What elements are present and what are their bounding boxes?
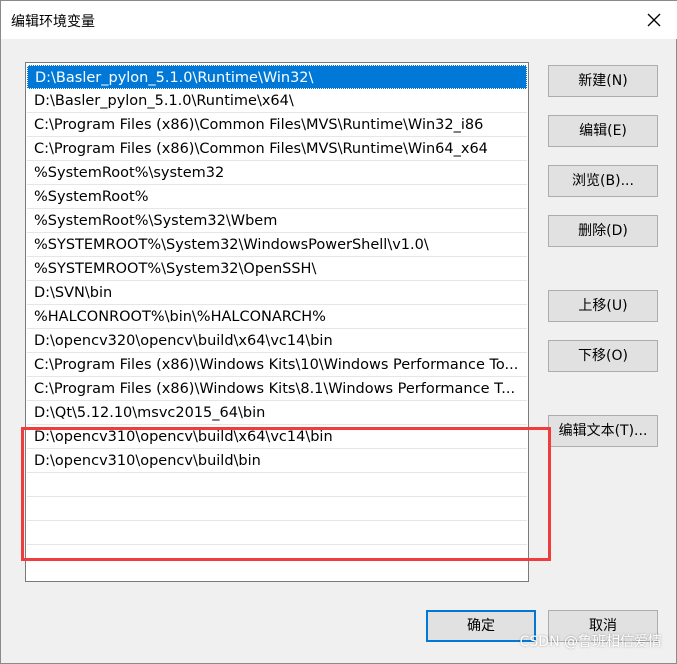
delete-button[interactable]: 删除(D) [548, 215, 658, 247]
window-title: 编辑环境变量 [11, 14, 95, 30]
highlight-annotation-box [21, 427, 551, 561]
close-icon [647, 13, 661, 27]
path-list-item[interactable]: %SystemRoot%\system32 [27, 161, 527, 185]
move-down-button[interactable]: 下移(O) [548, 340, 658, 372]
path-list-item[interactable]: D:\SVN\bin [27, 281, 527, 305]
title-bar: 编辑环境变量 [1, 1, 677, 39]
path-list-item[interactable]: %SystemRoot% [27, 185, 527, 209]
edit-button[interactable]: 编辑(E) [548, 115, 658, 147]
path-list-item[interactable]: %SYSTEMROOT%\System32\WindowsPowerShell\… [27, 233, 527, 257]
edit-env-var-dialog: 编辑环境变量 D:\Basler_pylon_5.1.0\Runtime\Win… [0, 0, 677, 664]
path-list-item[interactable]: %HALCONROOT%\bin\%HALCONARCH% [27, 305, 527, 329]
path-list-item[interactable]: D:\Basler_pylon_5.1.0\Runtime\x64\ [27, 89, 527, 113]
path-list-item[interactable]: C:\Program Files (x86)\Windows Kits\8.1\… [27, 377, 527, 401]
path-list-item[interactable]: C:\Program Files (x86)\Windows Kits\10\W… [27, 353, 527, 377]
browse-button[interactable]: 浏览(B)... [548, 165, 658, 197]
close-button[interactable] [632, 1, 677, 39]
path-list-item[interactable]: C:\Program Files (x86)\Common Files\MVS\… [27, 137, 527, 161]
path-list-item[interactable]: D:\Basler_pylon_5.1.0\Runtime\Win32\ [27, 65, 527, 89]
move-up-button[interactable]: 上移(U) [548, 290, 658, 322]
watermark: CSDN @鲁班相信爱情 [519, 634, 662, 650]
path-list-item[interactable]: D:\opencv320\opencv\build\x64\vc14\bin [27, 329, 527, 353]
path-list-item[interactable]: D:\Qt\5.12.10\msvc2015_64\bin [27, 401, 527, 425]
path-list-item[interactable]: %SYSTEMROOT%\System32\OpenSSH\ [27, 257, 527, 281]
path-list-item[interactable]: C:\Program Files (x86)\Common Files\MVS\… [27, 113, 527, 137]
edit-text-button[interactable]: 编辑文本(T)... [548, 415, 658, 447]
path-list-item[interactable]: %SystemRoot%\System32\Wbem [27, 209, 527, 233]
new-button[interactable]: 新建(N) [548, 65, 658, 97]
